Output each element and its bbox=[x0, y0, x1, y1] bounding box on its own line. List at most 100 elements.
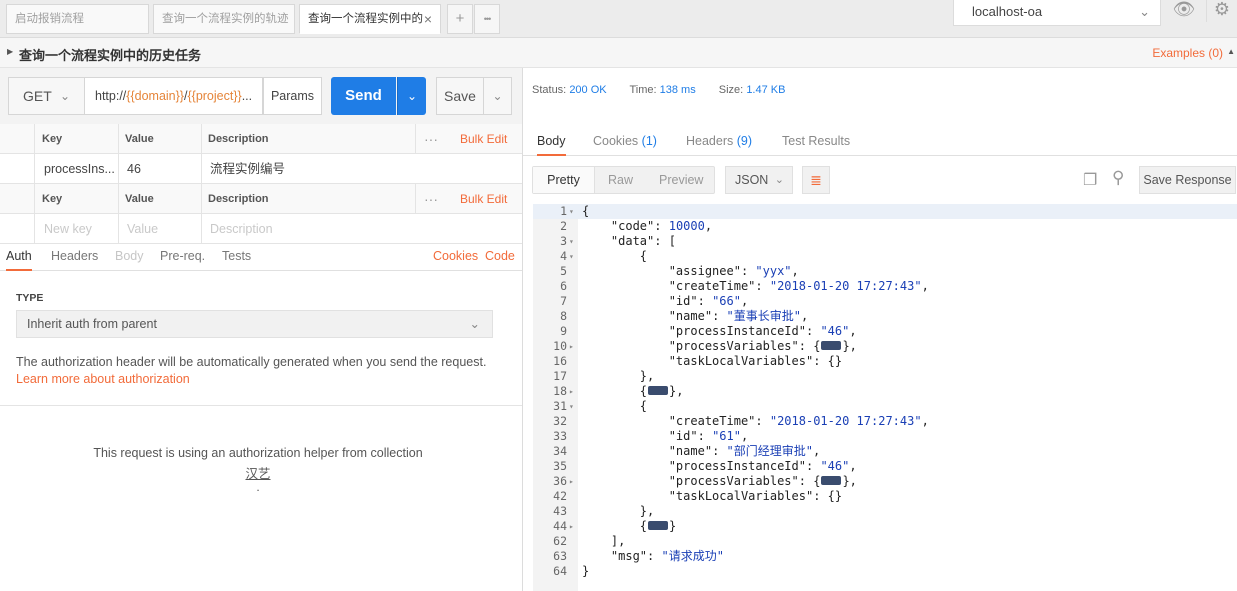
tab-response-body[interactable]: Body bbox=[537, 127, 566, 156]
code-line: 33 "id": "61", bbox=[533, 429, 1237, 444]
copy-icon[interactable]: ❐ bbox=[1083, 170, 1097, 190]
url-var-project: {{project}} bbox=[187, 89, 242, 103]
tab-label: 启动报销流程 bbox=[15, 13, 84, 25]
tab-response-cookies[interactable]: Cookies (1) bbox=[593, 127, 657, 156]
tab-headers[interactable]: Headers bbox=[51, 242, 98, 271]
auth-info-text: The authorization header will be automat… bbox=[16, 355, 487, 369]
code-text: }, bbox=[582, 504, 655, 518]
more-icon[interactable]: ··· bbox=[424, 184, 438, 214]
code-line: 17 }, bbox=[533, 369, 1237, 384]
examples-link[interactable]: Examples (0) bbox=[1152, 46, 1223, 60]
code-line: 34 "name": "部门经理审批", bbox=[533, 444, 1237, 459]
language-select[interactable]: JSON ⌄ bbox=[725, 166, 793, 194]
column-header-description: Description bbox=[208, 133, 269, 145]
params-button[interactable]: Params bbox=[263, 77, 322, 115]
code-text: "processVariables": {}, bbox=[668, 339, 857, 353]
response-meta: Status: 200 OK Time: 138 ms Size: 1.47 K… bbox=[532, 84, 785, 96]
request-tab-1[interactable]: 启动报销流程 bbox=[6, 4, 149, 34]
request-tab-3[interactable]: 查询一个流程实例中的 × bbox=[299, 4, 441, 34]
auth-type-value: Inherit auth from parent bbox=[27, 317, 157, 331]
tab-response-headers[interactable]: Headers (9) bbox=[686, 127, 752, 156]
code-link[interactable]: Code bbox=[485, 242, 515, 271]
tab-auth[interactable]: Auth bbox=[6, 242, 32, 271]
code-text: "createTime": "2018-01-20 17:27:43", bbox=[668, 414, 929, 428]
caret-right-icon[interactable]: ▶ bbox=[7, 47, 13, 56]
chevron-down-icon: ⌄ bbox=[492, 89, 503, 103]
headers-header-row: Key Value Description ··· Bulk Edit bbox=[0, 184, 522, 214]
eye-icon[interactable]: 👁 bbox=[1168, 0, 1200, 22]
request-tab-2[interactable]: 查询一个流程实例的轨迹 bbox=[153, 4, 295, 34]
line-number: 64 bbox=[553, 564, 567, 578]
tab-pre-request[interactable]: Pre-req. bbox=[160, 242, 205, 271]
divider bbox=[34, 214, 35, 244]
param-value[interactable]: 46 bbox=[127, 154, 141, 184]
tab-test-results[interactable]: Test Results bbox=[782, 127, 850, 156]
params-header-row: Key Value Description ··· Bulk Edit bbox=[0, 124, 522, 154]
collapsed-block-icon[interactable] bbox=[648, 521, 669, 530]
new-value-input[interactable]: Value bbox=[127, 214, 158, 244]
tab-tests[interactable]: Tests bbox=[222, 242, 251, 271]
save-button[interactable]: Save bbox=[436, 77, 484, 115]
collapsed-block-icon[interactable] bbox=[821, 341, 842, 350]
format-preview[interactable]: Preview bbox=[659, 167, 703, 193]
format-raw[interactable]: Raw bbox=[608, 167, 633, 193]
new-param-row: New key Value Description bbox=[0, 214, 522, 244]
column-header-value: Value bbox=[125, 133, 154, 145]
learn-more-link[interactable]: Learn more about authorization bbox=[16, 372, 190, 386]
environment-select[interactable]: localhost-oa ⌄ bbox=[953, 0, 1161, 26]
fold-toggle-icon[interactable]: ▾ bbox=[569, 204, 578, 219]
method-select[interactable]: GET ⌄ bbox=[8, 77, 85, 115]
send-button[interactable]: Send bbox=[331, 77, 396, 115]
code-line: 4 ▾ { bbox=[533, 249, 1237, 264]
send-options-button[interactable]: ⌄ bbox=[397, 77, 426, 115]
code-text: "taskLocalVariables": {} bbox=[668, 354, 843, 368]
more-tabs-button[interactable]: ••• bbox=[474, 4, 500, 34]
search-icon[interactable]: ⚲ bbox=[1112, 168, 1124, 188]
collapsed-block-icon[interactable] bbox=[821, 476, 842, 485]
method-value: GET bbox=[23, 88, 52, 104]
param-description[interactable]: 流程实例编号 bbox=[210, 154, 285, 184]
fold-toggle-icon[interactable]: ▸ bbox=[569, 339, 578, 354]
url-input[interactable]: http://{{domain}}/{{project}}... bbox=[85, 77, 263, 115]
cookies-link[interactable]: Cookies bbox=[433, 242, 478, 271]
fold-toggle-icon[interactable]: ▸ bbox=[569, 384, 578, 399]
code-line: 3 ▾ "data": [ bbox=[533, 234, 1237, 249]
code-line: 31 ▾ { bbox=[533, 399, 1237, 414]
caret-up-icon[interactable]: ▲ bbox=[1227, 47, 1235, 56]
fold-toggle-icon[interactable]: ▸ bbox=[569, 474, 578, 489]
new-tab-button[interactable]: + bbox=[447, 4, 473, 34]
more-icon[interactable]: ··· bbox=[424, 124, 438, 154]
bulk-edit-link[interactable]: Bulk Edit bbox=[460, 184, 507, 214]
code-line: 5 "assignee": "yyx", bbox=[533, 264, 1237, 279]
line-number: 17 bbox=[553, 369, 567, 383]
code-line: 18 ▸ {}, bbox=[533, 384, 1237, 399]
line-number: 4 bbox=[560, 249, 567, 263]
code-line: 1 ▾ { bbox=[533, 204, 1237, 219]
chevron-down-icon: ⌄ bbox=[774, 174, 784, 186]
response-tabs: Body Cookies (1) Headers (9) Test Result… bbox=[523, 127, 1237, 156]
auth-helper-text: This request is using an authorization h… bbox=[93, 446, 423, 460]
wrap-lines-button[interactable]: ≣ bbox=[802, 166, 830, 194]
bulk-edit-link[interactable]: Bulk Edit bbox=[460, 124, 507, 154]
fold-toggle-icon[interactable]: ▾ bbox=[569, 249, 578, 264]
fold-toggle-icon[interactable]: ▾ bbox=[569, 234, 578, 249]
close-icon[interactable]: × bbox=[424, 5, 432, 33]
gear-icon[interactable]: ⚙ bbox=[1206, 0, 1237, 22]
response-body-editor[interactable]: 1 ▾{2 "code": 10000, 3 ▾ "data": [4 ▾ {5 "as… bbox=[533, 204, 1237, 579]
auth-type-label: TYPE bbox=[16, 292, 44, 304]
code-text: { bbox=[582, 204, 590, 218]
param-key[interactable]: processIns... bbox=[44, 154, 116, 184]
fold-toggle-icon[interactable]: ▸ bbox=[569, 519, 578, 534]
code-line: 43 }, bbox=[533, 504, 1237, 519]
format-pretty[interactable]: Pretty bbox=[533, 167, 595, 193]
line-number: 16 bbox=[553, 354, 567, 368]
line-number: 43 bbox=[553, 504, 567, 518]
new-key-input[interactable]: New key bbox=[44, 214, 92, 244]
fold-toggle-icon[interactable]: ▾ bbox=[569, 399, 578, 414]
new-description-input[interactable]: Description bbox=[210, 214, 273, 244]
save-options-button[interactable]: ⌄ bbox=[483, 77, 512, 115]
auth-type-select[interactable]: Inherit auth from parent ⌄ bbox=[16, 310, 493, 338]
save-response-button[interactable]: Save Response bbox=[1139, 166, 1236, 194]
tab-body[interactable]: Body bbox=[115, 242, 144, 271]
collapsed-block-icon[interactable] bbox=[648, 386, 669, 395]
